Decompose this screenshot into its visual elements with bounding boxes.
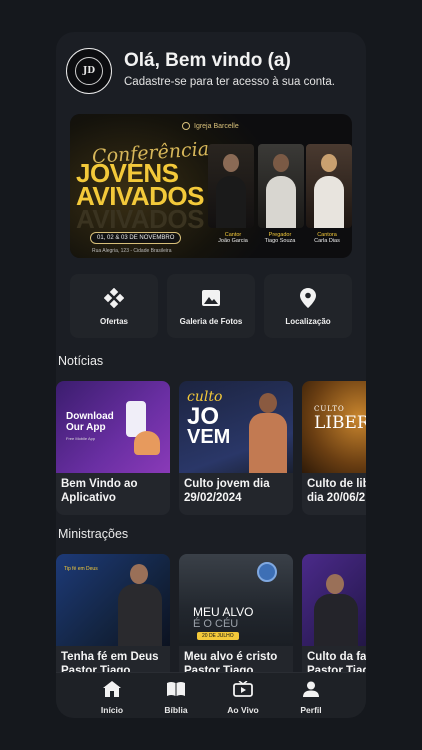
photo-gallery-label: Galeria de Fotos [179,316,243,326]
diamond-grid-icon [103,287,125,309]
banner-dates: 01, 02 & 03 DE NOVEMBRO [90,232,182,244]
banner-church-label: Igreja Barcelle [194,122,239,130]
speaker-photo [208,144,254,228]
nav-live[interactable]: Ao Vivo [213,680,273,715]
banner-address: Rua Alegria, 123 - Cidade Brasileira [92,248,172,254]
speaker-head [223,154,239,172]
news-image-text: culto JO VEM [187,389,231,448]
nav-live-label: Ao Vivo [227,705,259,715]
news-card-caption: Culto de libe dia 20/06/2 [307,478,366,504]
speaker-body [216,176,246,228]
home-screen: JD Olá, Bem vindo (a) Cadastre-se para t… [56,32,366,718]
ministry-image-text: Tip fé em Deus [64,566,98,572]
news-card-image: Download Our App Free Mobile App [56,381,170,473]
church-emblem-icon [182,122,190,130]
news-card-caption: Bem Vindo ao Aplicativo [61,478,138,504]
live-video-icon [233,680,253,702]
news-image-text: CULTO LIBERT [314,405,366,433]
news-card-caption: Culto jovem dia 29/02/2024 [184,478,270,504]
offerings-button[interactable]: Ofertas [70,274,158,338]
news-image-text: Download Our App Free Mobile App [66,411,114,441]
bottom-navigation: Início Bíblia Ao Vivo Perfil [56,672,366,718]
location-button[interactable]: Localização [264,274,352,338]
location-label: Localização [285,316,331,326]
nav-bible-label: Bíblia [164,705,188,715]
photo-gallery-button[interactable]: Galeria de Fotos [167,274,255,338]
nav-profile[interactable]: Perfil [281,681,341,715]
preacher-illustration [114,560,166,646]
news-card[interactable]: Download Our App Free Mobile App Bem Vin… [56,381,170,515]
bible-icon [166,681,186,702]
banner-church-name: Igreja Barcelle [182,122,239,130]
speaker-label: Cantor João Garcia [218,232,248,244]
welcome-header: JD Olá, Bem vindo (a) Cadastre-se para t… [66,48,362,94]
welcome-title: Olá, Bem vindo (a) [124,50,291,71]
speaker-body [266,176,296,228]
ministry-image-text: MEU ALVO É O CÉU [193,605,254,630]
preacher-illustration [245,391,291,473]
ministries-section-title: Ministrações [58,527,129,541]
home-icon [103,681,121,702]
location-pin-icon [297,287,319,309]
event-banner[interactable]: Igreja Barcelle Conferência JOVENS AVIVA… [70,114,352,258]
ministry-card-image: MEU ALVO É O CÉU 20 DE JULHO [179,554,293,646]
church-logo-avatar[interactable]: JD [66,48,112,94]
ministry-card[interactable]: Culto da fam Pastor Tiago [302,554,366,688]
banner-speakers-labels: Cantor João Garcia Pregador Tiago Souza Ca… [210,232,350,244]
news-card[interactable]: CULTO LIBERT Culto de libe dia 20/06/2 [302,381,366,515]
person-illustration [134,431,160,455]
person-icon [303,681,319,702]
nav-home[interactable]: Início [82,681,142,715]
app-root: JD Olá, Bem vindo (a) Cadastre-se para t… [0,0,422,750]
speaker-label: Pregador Tiago Souza [264,232,296,244]
news-card-image: culto JO VEM [179,381,293,473]
ministry-card-image [302,554,366,646]
nav-bible[interactable]: Bíblia [146,681,206,715]
image-icon [200,287,222,309]
speaker-head [273,154,289,172]
preacher-illustration [312,574,360,646]
banner-speakers-photos [208,144,352,228]
news-card[interactable]: culto JO VEM Culto jovem dia 29/02/2024 [179,381,293,515]
nav-profile-label: Perfil [300,705,322,715]
nav-home-label: Início [100,705,124,715]
speaker-photo [306,144,352,228]
speaker-label: Cantora Carla Dias [314,232,340,244]
banner-headline-ghost: AVIVADOS [76,204,204,234]
signup-prompt[interactable]: Cadastre-se para ter acesso à sua conta. [124,76,335,88]
news-section-title: Notícias [58,354,104,368]
banner-headline: JOVENS AVIVADOS AVIVADOS [76,160,204,234]
ministry-date-badge: 20 DE JULHO [197,632,239,640]
ministry-card[interactable]: Tip fé em Deus Tenha fé em Deus Pastor T… [56,554,170,688]
church-logo: JD [75,57,103,85]
news-card-image: CULTO LIBERT [302,381,366,473]
speaker-body [314,176,344,228]
ministry-card-image: Tip fé em Deus [56,554,170,646]
globe-icon [257,562,277,582]
offerings-label: Ofertas [99,316,128,326]
speaker-head [321,154,337,172]
ministry-card[interactable]: MEU ALVO É O CÉU 20 DE JULHO Meu alvo é … [179,554,293,688]
speaker-photo [258,144,304,228]
